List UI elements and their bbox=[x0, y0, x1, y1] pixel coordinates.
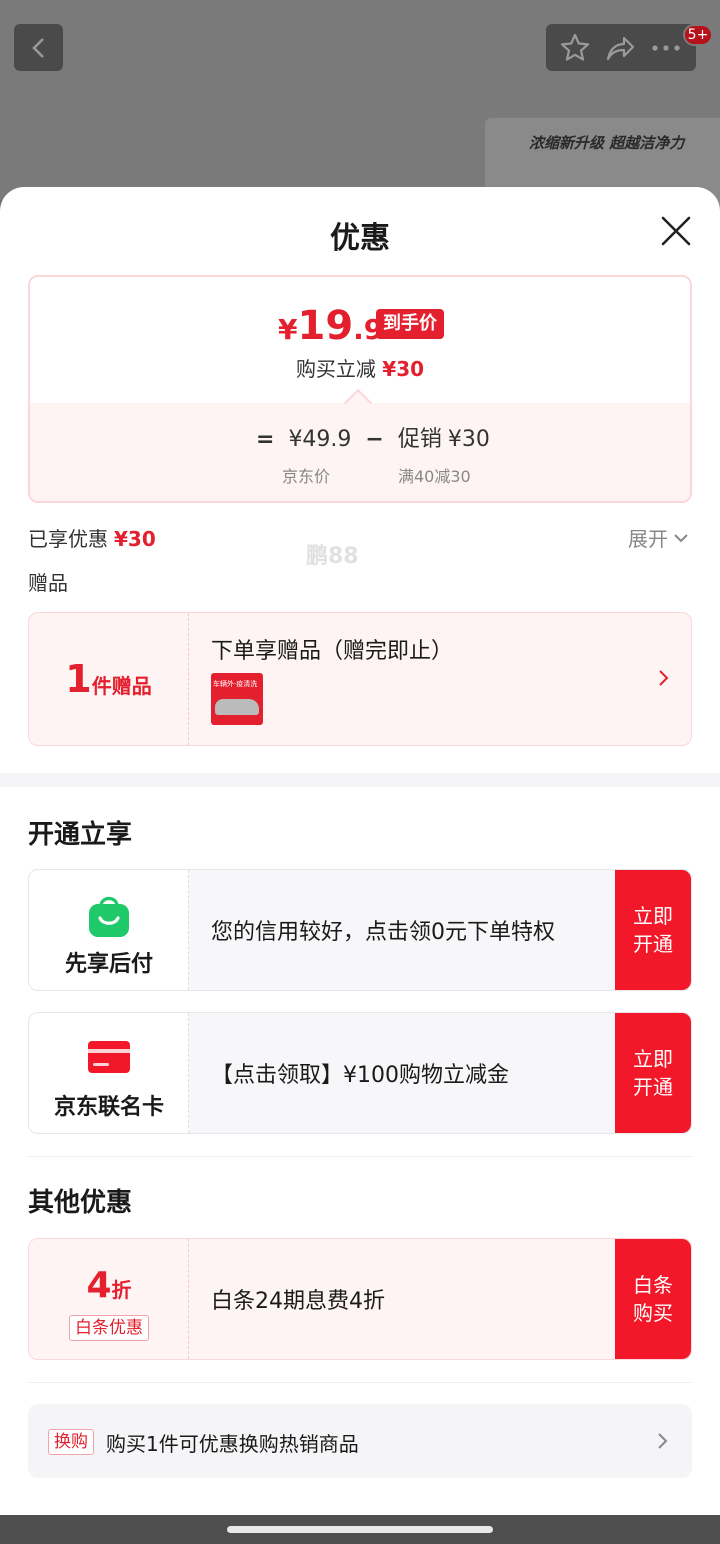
chevron-left-icon bbox=[31, 37, 44, 58]
section-divider bbox=[0, 773, 720, 787]
promo-label: 促销 bbox=[397, 427, 442, 452]
discount-number: 4 bbox=[86, 1265, 112, 1306]
gift-count: 1 件赠品 bbox=[29, 613, 189, 745]
baitiao-discount: 4折 bbox=[29, 1265, 189, 1306]
banner-text: 浓缩新升级 超越洁净力 bbox=[529, 134, 685, 152]
chevron-down-icon bbox=[674, 533, 688, 542]
jd-card-button-label: 立即 开通 bbox=[633, 1047, 673, 1099]
jd-price-label: 京东价 bbox=[282, 467, 331, 486]
notification-badge: 5+ bbox=[683, 24, 713, 46]
sheet-title: 优惠 bbox=[330, 221, 390, 256]
gift-count-unit: 件赠品 bbox=[91, 673, 152, 698]
jd-card-left: 京东联名卡 bbox=[29, 1013, 189, 1133]
pay-later-left: 先享后付 bbox=[29, 870, 189, 990]
watermark: 鹏88 bbox=[306, 544, 359, 569]
reduce-amount: ¥30 bbox=[382, 357, 425, 381]
swap-bar[interactable]: 换购 购买1件可优惠换购热销商品 bbox=[28, 1404, 692, 1478]
jd-card-name: 京东联名卡 bbox=[53, 1095, 164, 1120]
swap-text: 购买1件可优惠换购热销商品 bbox=[106, 1432, 359, 1456]
pay-later-name: 先享后付 bbox=[64, 952, 153, 977]
baitiao-tag: 白条优惠 bbox=[69, 1315, 149, 1341]
back-button[interactable] bbox=[14, 24, 63, 71]
baitiao-offer[interactable]: 4折 白条优惠 白条24期息费4折 白条 购买 bbox=[28, 1238, 692, 1360]
pay-later-offer[interactable]: 先享后付 您的信用较好，点击领0元下单特权 立即 开通 bbox=[28, 869, 692, 991]
final-price-currency: ¥ bbox=[278, 313, 298, 346]
gift-image-caption: 车辆外·疫清洗 bbox=[213, 680, 258, 688]
jd-card-open-button[interactable]: 立即 开通 bbox=[615, 1013, 691, 1133]
promo-amount: ¥30 bbox=[447, 427, 490, 452]
jd-card-description: 【点击领取】¥100购物立减金 bbox=[211, 1063, 509, 1088]
pay-later-open-button[interactable]: 立即 开通 bbox=[615, 870, 691, 990]
pay-later-button-label: 立即 开通 bbox=[633, 904, 673, 956]
final-price-tag: 到手价 bbox=[376, 309, 444, 339]
reduce-line: 购买立减 ¥30 bbox=[30, 353, 690, 382]
expand-label: 展开 bbox=[628, 527, 668, 551]
price-breakdown: = ¥49.9 − 促销 ¥30 京东价 满40减30 bbox=[30, 388, 690, 501]
shopping-bag-icon bbox=[89, 896, 129, 937]
swap-tag: 换购 bbox=[48, 1429, 94, 1455]
other-section-title: 其他优惠 bbox=[28, 1188, 133, 1218]
price-card: ¥ 19 .9 到手价 购买立减 ¥30 = ¥49.9 − 促销 ¥30 京东… bbox=[28, 275, 692, 503]
gift-title: 下单享赠品（赠完即止） bbox=[211, 639, 454, 664]
enjoyed-label: 已享优惠 bbox=[28, 527, 108, 551]
baitiao-left: 4折 白条优惠 bbox=[29, 1239, 189, 1359]
gift-card[interactable]: 1 件赠品 下单享赠品（赠完即止） 车辆外·疫清洗 bbox=[28, 612, 692, 746]
baitiao-buy-button[interactable]: 白条 购买 bbox=[615, 1239, 691, 1359]
enjoyed-amount: ¥30 bbox=[114, 527, 156, 551]
baitiao-description: 白条24期息费4折 bbox=[211, 1289, 385, 1314]
gift-section-label: 赠品 bbox=[28, 571, 68, 595]
discount-unit: 折 bbox=[111, 1278, 132, 1302]
credit-card-icon bbox=[88, 1041, 130, 1073]
home-indicator[interactable] bbox=[227, 1526, 493, 1533]
divider-line-2 bbox=[28, 1382, 692, 1383]
chevron-right-icon bbox=[658, 1433, 668, 1449]
jd-price: ¥49.9 bbox=[288, 427, 352, 452]
final-price-integer: 19 bbox=[297, 303, 354, 349]
open-section-title: 开通立享 bbox=[28, 820, 133, 850]
equals-sign: = bbox=[256, 427, 275, 452]
jd-card-offer[interactable]: 京东联名卡 【点击领取】¥100购物立减金 立即 开通 bbox=[28, 1012, 692, 1134]
minus-sign: − bbox=[365, 427, 384, 452]
close-icon[interactable] bbox=[656, 211, 696, 251]
expand-button[interactable]: 展开 bbox=[628, 523, 690, 552]
more-icon[interactable] bbox=[649, 32, 683, 64]
reduce-prefix: 购买立减 bbox=[295, 357, 376, 381]
chevron-right-icon bbox=[659, 670, 669, 686]
share-icon[interactable] bbox=[604, 32, 636, 64]
top-actions bbox=[546, 24, 696, 71]
pay-later-description: 您的信用较好，点击领0元下单特权 bbox=[211, 920, 555, 945]
price-summary: ¥ 19 .9 到手价 购买立减 ¥30 bbox=[30, 277, 690, 403]
price-calculation: = ¥49.9 − 促销 ¥30 bbox=[242, 421, 490, 453]
gift-count-number: 1 bbox=[65, 657, 92, 701]
star-icon[interactable] bbox=[559, 32, 591, 64]
gift-image[interactable]: 车辆外·疫清洗 bbox=[211, 673, 263, 725]
promo-rule: 满40减30 bbox=[398, 467, 471, 486]
enjoyed-discount: 已享优惠 ¥30 bbox=[28, 523, 156, 552]
final-price: ¥ 19 .9 bbox=[278, 303, 383, 349]
baitiao-button-label: 白条 购买 bbox=[633, 1273, 673, 1325]
divider-line bbox=[28, 1156, 692, 1157]
